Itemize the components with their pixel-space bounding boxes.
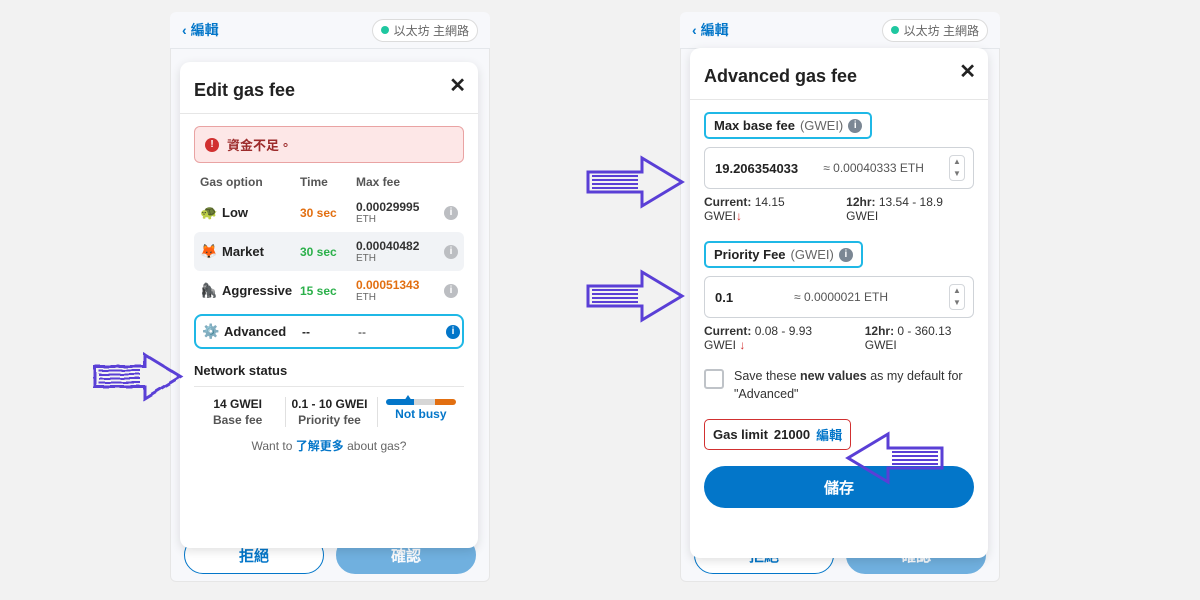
priority-input[interactable]: 0.1 ≈ 0.0000021 ETH ▲▼ [704, 276, 974, 318]
gas-option-low[interactable]: 🐢Low 30 sec 0.00029995ETH i [194, 193, 464, 232]
maxbase-label-chip: Max base fee (GWEI) i [704, 112, 872, 139]
gaslimit-value: 21000 [774, 427, 810, 442]
advanced-gas-fee-modal: Advanced gas fee ✕ Max base fee (GWEI) i… [690, 48, 988, 558]
priority-value: 0.1 [715, 290, 733, 305]
priority-label-chip: Priority Fee (GWEI) i [704, 241, 863, 268]
priority-label: Priority fee [286, 413, 372, 427]
basefee-label: Base fee [194, 413, 281, 427]
close-icon[interactable]: ✕ [449, 76, 466, 96]
col-maxfee: Max fee [356, 175, 438, 189]
modal-title: Advanced gas fee [704, 66, 974, 87]
alert-text: 資金不足。 [227, 135, 292, 154]
network-name: 以太坊 主網路 [904, 22, 979, 39]
network-dot-icon [381, 26, 389, 34]
time: 30 sec [300, 206, 350, 220]
gas-limit-chip: Gas limit 21000 編輯 [704, 419, 851, 450]
info-icon[interactable]: i [839, 248, 853, 262]
time: -- [302, 325, 352, 339]
down-arrow-icon: ↓ [736, 209, 742, 223]
learn-more-line: Want to 了解更多 about gas? [194, 437, 464, 454]
fox-icon: 🦊 [200, 243, 216, 260]
maxbase-value: 19.206354033 [715, 161, 798, 176]
maxbase-input[interactable]: 19.206354033 ≈ 0.00040333 ETH ▲▼ [704, 147, 974, 189]
back-button[interactable]: ‹ 編輯 [182, 20, 219, 40]
gas-option-aggressive[interactable]: 🦍Aggressive 15 sec 0.00051343ETH i [194, 271, 464, 310]
priority-label: Priority Fee [714, 247, 786, 262]
gaslimit-label: Gas limit [713, 427, 768, 442]
insufficient-funds-alert: ! 資金不足。 [194, 126, 464, 163]
back-label: 編輯 [191, 20, 219, 40]
maxbase-unit: (GWEI) [800, 118, 843, 133]
down-arrow-icon: ↓ [739, 338, 745, 352]
edit-gas-fee-modal: Edit gas fee ✕ ! 資金不足。 Gas option Time M… [180, 62, 478, 548]
gear-icon: ⚙️ [202, 323, 218, 340]
network-name: 以太坊 主網路 [394, 22, 469, 39]
maxbase-label: Max base fee [714, 118, 795, 133]
error-icon: ! [205, 138, 219, 152]
network-pill[interactable]: 以太坊 主網路 [372, 19, 478, 42]
info-icon[interactable]: i [848, 119, 862, 133]
gas-option-advanced[interactable]: ⚙️Advanced -- -- i [194, 314, 464, 349]
time: 15 sec [300, 284, 350, 298]
save-button[interactable]: 儲存 [704, 466, 974, 508]
topbar: ‹ 編輯 以太坊 主網路 [170, 12, 490, 49]
time: 30 sec [300, 245, 350, 259]
max-fee: 0.00040482ETH [356, 239, 438, 264]
info-icon[interactable]: i [446, 325, 460, 339]
col-option: Gas option [200, 175, 294, 189]
info-icon[interactable]: i [444, 206, 458, 220]
gorilla-icon: 🦍 [200, 282, 216, 299]
priority-unit: (GWEI) [791, 247, 834, 262]
info-icon[interactable]: i [444, 284, 458, 298]
maxbase-subline: Current: 14.15 GWEI↓ 12hr: 13.54 - 18.9 … [704, 195, 974, 223]
info-icon[interactable]: i [444, 245, 458, 259]
save-defaults-text: Save these new values as my default for … [734, 368, 974, 403]
stepper-icon[interactable]: ▲▼ [949, 155, 965, 181]
divider [180, 113, 478, 114]
checkbox-icon[interactable] [704, 369, 724, 389]
save-defaults-row[interactable]: Save these new values as my default for … [704, 368, 974, 403]
basefee-value: 14 GWEI [194, 397, 281, 411]
priority-value: 0.1 - 10 GWEI [286, 397, 372, 411]
network-status-heading: Network status [194, 363, 464, 378]
col-time: Time [300, 175, 350, 189]
priority-subline: Current: 0.08 - 9.93 GWEI ↓ 12hr: 0 - 36… [704, 324, 974, 352]
back-label: 編輯 [701, 20, 729, 40]
gas-table-header: Gas option Time Max fee [194, 163, 464, 193]
maxbase-approx: ≈ 0.00040333 ETH [823, 161, 924, 175]
chevron-left-icon: ‹ [182, 22, 187, 38]
gas-option-market[interactable]: 🦊Market 30 sec 0.00040482ETH i [194, 232, 464, 271]
max-fee: -- [358, 325, 440, 339]
learn-more-link[interactable]: 了解更多 [296, 439, 344, 453]
gaslimit-edit-link[interactable]: 編輯 [816, 425, 842, 444]
topbar: ‹ 編輯 以太坊 主網路 [680, 12, 1000, 49]
max-fee: 0.00051343ETH [356, 278, 438, 303]
modal-title: Edit gas fee [194, 80, 464, 101]
priority-approx: ≈ 0.0000021 ETH [794, 290, 888, 304]
chevron-left-icon: ‹ [692, 22, 697, 38]
stepper-icon[interactable]: ▲▼ [949, 284, 965, 310]
network-pill[interactable]: 以太坊 主網路 [882, 19, 988, 42]
turtle-icon: 🐢 [200, 204, 216, 221]
network-status-grid: 14 GWEI Base fee 0.1 - 10 GWEI Priority … [194, 386, 464, 427]
congestion-bar-icon [386, 399, 456, 405]
network-dot-icon [891, 26, 899, 34]
max-fee: 0.00029995ETH [356, 200, 438, 225]
divider [690, 99, 988, 100]
annotation-arrow-icon [582, 264, 692, 333]
congestion-label: Not busy [378, 407, 464, 421]
back-button[interactable]: ‹ 編輯 [692, 20, 729, 40]
close-icon[interactable]: ✕ [959, 62, 976, 82]
annotation-arrow-icon [582, 150, 692, 219]
